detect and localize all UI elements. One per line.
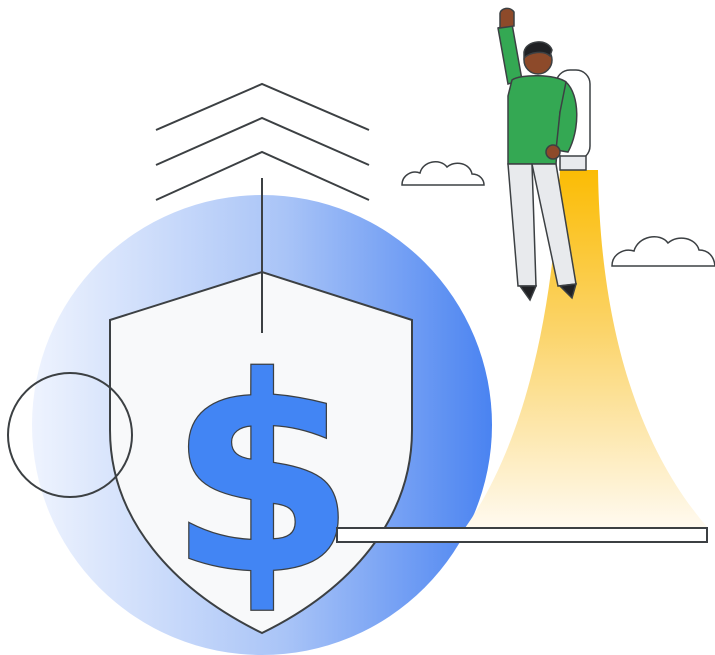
cloud-icon [401,161,485,186]
dollar-icon: $ [168,319,356,634]
cloud-icon [611,235,715,267]
financial-growth-illustration: $ [7,7,715,655]
platform [336,527,708,543]
jet-flame [465,170,708,528]
